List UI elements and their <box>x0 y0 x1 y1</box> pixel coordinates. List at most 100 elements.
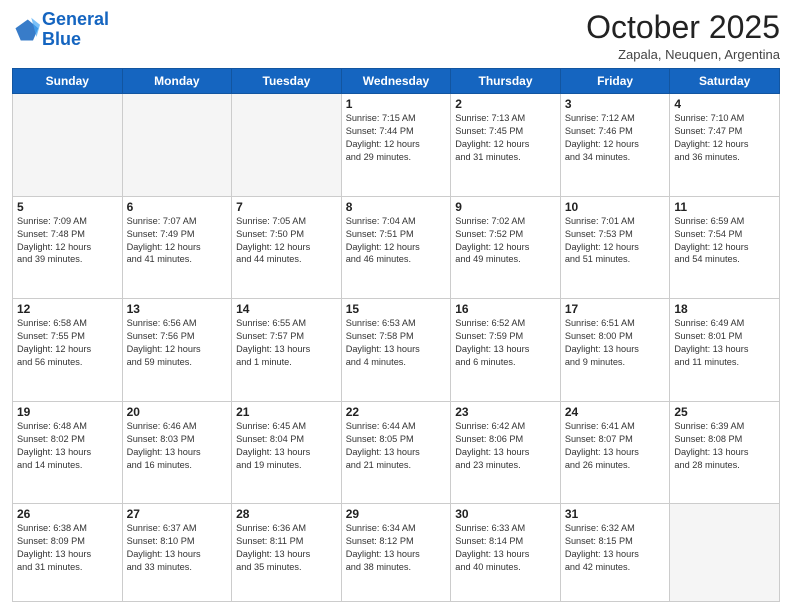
day-number: 22 <box>346 405 447 419</box>
calendar-empty-cell <box>122 94 232 197</box>
day-number: 6 <box>127 200 228 214</box>
day-info: Sunrise: 6:51 AM Sunset: 8:00 PM Dayligh… <box>565 317 666 369</box>
day-info: Sunrise: 6:44 AM Sunset: 8:05 PM Dayligh… <box>346 420 447 472</box>
calendar-day-22: 22Sunrise: 6:44 AM Sunset: 8:05 PM Dayli… <box>341 401 451 504</box>
day-info: Sunrise: 6:33 AM Sunset: 8:14 PM Dayligh… <box>455 522 556 574</box>
day-info: Sunrise: 6:48 AM Sunset: 8:02 PM Dayligh… <box>17 420 118 472</box>
day-info: Sunrise: 6:52 AM Sunset: 7:59 PM Dayligh… <box>455 317 556 369</box>
calendar-day-4: 4Sunrise: 7:10 AM Sunset: 7:47 PM Daylig… <box>670 94 780 197</box>
day-info: Sunrise: 6:41 AM Sunset: 8:07 PM Dayligh… <box>565 420 666 472</box>
calendar-week-row: 26Sunrise: 6:38 AM Sunset: 8:09 PM Dayli… <box>13 504 780 602</box>
logo-line2: Blue <box>42 29 81 49</box>
day-number: 17 <box>565 302 666 316</box>
calendar-day-27: 27Sunrise: 6:37 AM Sunset: 8:10 PM Dayli… <box>122 504 232 602</box>
day-info: Sunrise: 6:32 AM Sunset: 8:15 PM Dayligh… <box>565 522 666 574</box>
day-number: 30 <box>455 507 556 521</box>
calendar-day-23: 23Sunrise: 6:42 AM Sunset: 8:06 PM Dayli… <box>451 401 561 504</box>
day-info: Sunrise: 7:15 AM Sunset: 7:44 PM Dayligh… <box>346 112 447 164</box>
day-number: 21 <box>236 405 337 419</box>
day-number: 13 <box>127 302 228 316</box>
day-number: 7 <box>236 200 337 214</box>
page: General Blue October 2025 Zapala, Neuque… <box>0 0 792 612</box>
day-info: Sunrise: 6:38 AM Sunset: 8:09 PM Dayligh… <box>17 522 118 574</box>
day-info: Sunrise: 6:39 AM Sunset: 8:08 PM Dayligh… <box>674 420 775 472</box>
calendar-day-6: 6Sunrise: 7:07 AM Sunset: 7:49 PM Daylig… <box>122 196 232 299</box>
day-info: Sunrise: 7:02 AM Sunset: 7:52 PM Dayligh… <box>455 215 556 267</box>
day-number: 16 <box>455 302 556 316</box>
calendar-day-16: 16Sunrise: 6:52 AM Sunset: 7:59 PM Dayli… <box>451 299 561 402</box>
calendar-day-13: 13Sunrise: 6:56 AM Sunset: 7:56 PM Dayli… <box>122 299 232 402</box>
day-number: 4 <box>674 97 775 111</box>
day-header-sunday: Sunday <box>13 69 123 94</box>
day-number: 8 <box>346 200 447 214</box>
calendar-week-row: 5Sunrise: 7:09 AM Sunset: 7:48 PM Daylig… <box>13 196 780 299</box>
day-number: 18 <box>674 302 775 316</box>
calendar-day-15: 15Sunrise: 6:53 AM Sunset: 7:58 PM Dayli… <box>341 299 451 402</box>
calendar-empty-cell <box>232 94 342 197</box>
day-info: Sunrise: 6:59 AM Sunset: 7:54 PM Dayligh… <box>674 215 775 267</box>
day-number: 24 <box>565 405 666 419</box>
day-number: 19 <box>17 405 118 419</box>
calendar-day-5: 5Sunrise: 7:09 AM Sunset: 7:48 PM Daylig… <box>13 196 123 299</box>
calendar-day-25: 25Sunrise: 6:39 AM Sunset: 8:08 PM Dayli… <box>670 401 780 504</box>
day-info: Sunrise: 7:04 AM Sunset: 7:51 PM Dayligh… <box>346 215 447 267</box>
location-subtitle: Zapala, Neuquen, Argentina <box>586 47 780 62</box>
day-header-thursday: Thursday <box>451 69 561 94</box>
calendar-week-row: 1Sunrise: 7:15 AM Sunset: 7:44 PM Daylig… <box>13 94 780 197</box>
logo-icon <box>12 16 40 44</box>
day-info: Sunrise: 6:56 AM Sunset: 7:56 PM Dayligh… <box>127 317 228 369</box>
day-header-wednesday: Wednesday <box>341 69 451 94</box>
day-number: 12 <box>17 302 118 316</box>
day-info: Sunrise: 6:53 AM Sunset: 7:58 PM Dayligh… <box>346 317 447 369</box>
calendar-day-17: 17Sunrise: 6:51 AM Sunset: 8:00 PM Dayli… <box>560 299 670 402</box>
day-info: Sunrise: 7:12 AM Sunset: 7:46 PM Dayligh… <box>565 112 666 164</box>
calendar-day-8: 8Sunrise: 7:04 AM Sunset: 7:51 PM Daylig… <box>341 196 451 299</box>
calendar-day-12: 12Sunrise: 6:58 AM Sunset: 7:55 PM Dayli… <box>13 299 123 402</box>
calendar-day-1: 1Sunrise: 7:15 AM Sunset: 7:44 PM Daylig… <box>341 94 451 197</box>
month-title: October 2025 <box>586 10 780 45</box>
day-info: Sunrise: 7:10 AM Sunset: 7:47 PM Dayligh… <box>674 112 775 164</box>
day-number: 15 <box>346 302 447 316</box>
day-info: Sunrise: 6:49 AM Sunset: 8:01 PM Dayligh… <box>674 317 775 369</box>
calendar-day-29: 29Sunrise: 6:34 AM Sunset: 8:12 PM Dayli… <box>341 504 451 602</box>
day-number: 28 <box>236 507 337 521</box>
day-header-saturday: Saturday <box>670 69 780 94</box>
calendar-day-24: 24Sunrise: 6:41 AM Sunset: 8:07 PM Dayli… <box>560 401 670 504</box>
day-info: Sunrise: 6:46 AM Sunset: 8:03 PM Dayligh… <box>127 420 228 472</box>
calendar-week-row: 12Sunrise: 6:58 AM Sunset: 7:55 PM Dayli… <box>13 299 780 402</box>
day-number: 11 <box>674 200 775 214</box>
day-header-tuesday: Tuesday <box>232 69 342 94</box>
calendar-day-20: 20Sunrise: 6:46 AM Sunset: 8:03 PM Dayli… <box>122 401 232 504</box>
calendar-empty-cell <box>13 94 123 197</box>
day-number: 14 <box>236 302 337 316</box>
calendar-header-row: SundayMondayTuesdayWednesdayThursdayFrid… <box>13 69 780 94</box>
day-info: Sunrise: 6:37 AM Sunset: 8:10 PM Dayligh… <box>127 522 228 574</box>
calendar-day-2: 2Sunrise: 7:13 AM Sunset: 7:45 PM Daylig… <box>451 94 561 197</box>
calendar-day-19: 19Sunrise: 6:48 AM Sunset: 8:02 PM Dayli… <box>13 401 123 504</box>
header: General Blue October 2025 Zapala, Neuque… <box>12 10 780 62</box>
day-header-monday: Monday <box>122 69 232 94</box>
calendar-week-row: 19Sunrise: 6:48 AM Sunset: 8:02 PM Dayli… <box>13 401 780 504</box>
logo-line1: General <box>42 9 109 29</box>
calendar-day-11: 11Sunrise: 6:59 AM Sunset: 7:54 PM Dayli… <box>670 196 780 299</box>
day-header-friday: Friday <box>560 69 670 94</box>
calendar-table: SundayMondayTuesdayWednesdayThursdayFrid… <box>12 68 780 602</box>
calendar-day-28: 28Sunrise: 6:36 AM Sunset: 8:11 PM Dayli… <box>232 504 342 602</box>
calendar-day-10: 10Sunrise: 7:01 AM Sunset: 7:53 PM Dayli… <box>560 196 670 299</box>
day-number: 3 <box>565 97 666 111</box>
title-block: October 2025 Zapala, Neuquen, Argentina <box>586 10 780 62</box>
calendar-day-9: 9Sunrise: 7:02 AM Sunset: 7:52 PM Daylig… <box>451 196 561 299</box>
calendar-day-31: 31Sunrise: 6:32 AM Sunset: 8:15 PM Dayli… <box>560 504 670 602</box>
day-info: Sunrise: 7:07 AM Sunset: 7:49 PM Dayligh… <box>127 215 228 267</box>
calendar-empty-cell <box>670 504 780 602</box>
day-number: 2 <box>455 97 556 111</box>
day-info: Sunrise: 7:01 AM Sunset: 7:53 PM Dayligh… <box>565 215 666 267</box>
day-info: Sunrise: 7:13 AM Sunset: 7:45 PM Dayligh… <box>455 112 556 164</box>
day-info: Sunrise: 7:09 AM Sunset: 7:48 PM Dayligh… <box>17 215 118 267</box>
logo: General Blue <box>12 10 109 50</box>
day-number: 25 <box>674 405 775 419</box>
calendar-day-14: 14Sunrise: 6:55 AM Sunset: 7:57 PM Dayli… <box>232 299 342 402</box>
calendar-day-3: 3Sunrise: 7:12 AM Sunset: 7:46 PM Daylig… <box>560 94 670 197</box>
calendar-day-7: 7Sunrise: 7:05 AM Sunset: 7:50 PM Daylig… <box>232 196 342 299</box>
day-info: Sunrise: 6:42 AM Sunset: 8:06 PM Dayligh… <box>455 420 556 472</box>
